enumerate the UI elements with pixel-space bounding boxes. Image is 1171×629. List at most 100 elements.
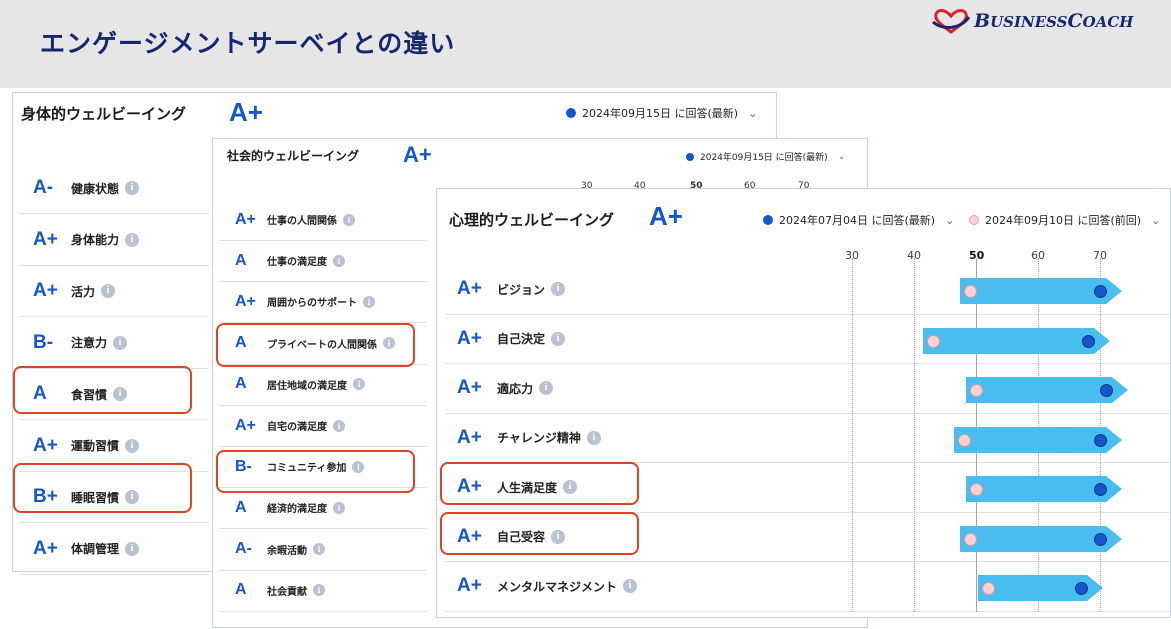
item-label: 注意力 — [71, 336, 108, 350]
response-date-selector[interactable]: 2024年09月15日 に回答(最新) ⌄ — [566, 105, 757, 121]
info-icon[interactable]: i — [551, 331, 566, 346]
latest-dot-icon — [686, 152, 694, 161]
info-icon[interactable]: i — [125, 232, 140, 247]
list-item[interactable]: A 経済的満足度 i — [219, 487, 427, 530]
info-icon[interactable]: i — [343, 213, 355, 226]
previous-point[interactable] — [970, 483, 983, 496]
info-icon[interactable]: i — [313, 543, 325, 556]
highlight-box — [216, 450, 415, 493]
item-grade: A+ — [457, 377, 482, 399]
list-item[interactable]: A+ 自宅の満足度 i — [219, 405, 427, 447]
range-bar-tip — [1106, 476, 1122, 502]
info-icon[interactable]: i — [125, 541, 140, 556]
item-grade: A — [235, 581, 247, 599]
info-icon[interactable]: i — [539, 381, 554, 396]
info-icon[interactable]: i — [363, 295, 375, 308]
info-icon[interactable]: i — [623, 579, 638, 594]
previous-point[interactable] — [963, 285, 977, 298]
item-grade: A+ — [33, 280, 58, 301]
item-grade: A — [235, 375, 247, 393]
info-icon[interactable]: i — [353, 378, 365, 391]
latest-dot-icon — [566, 108, 576, 118]
response-date-selector[interactable]: 2024年09月15日 に回答(最新) ⌄ — [686, 150, 845, 163]
item-grade: A+ — [457, 278, 482, 300]
card-title: 社会的ウェルビーイング — [227, 149, 360, 163]
latest-point[interactable] — [1081, 334, 1095, 348]
list-item[interactable]: A 仕事の満足度 i — [219, 240, 427, 283]
previous-point[interactable] — [970, 384, 983, 397]
list-item[interactable]: A 居住地域の満足度 i — [219, 364, 427, 406]
highlight-box — [440, 462, 639, 505]
card-title: 身体的ウェルビーイング — [21, 105, 187, 123]
logo-wordmark: BUSINESSCOACH — [974, 10, 1134, 32]
list-item[interactable]: A+ 仕事の人間関係 i — [219, 199, 427, 241]
item-grade: A+ — [235, 210, 256, 228]
info-icon[interactable]: i — [551, 282, 566, 297]
info-icon[interactable]: i — [125, 438, 140, 453]
info-icon[interactable]: i — [113, 335, 128, 350]
latest-response-selector[interactable]: 2024年07月04日 に回答(最新) ⌄ — [763, 212, 954, 228]
range-bar — [959, 278, 1122, 304]
latest-point[interactable] — [1094, 285, 1107, 298]
info-icon[interactable]: i — [333, 254, 345, 267]
info-icon[interactable]: i — [586, 430, 601, 445]
previous-point[interactable] — [957, 433, 971, 447]
list-item[interactable]: B- 注意力 i — [19, 318, 209, 369]
item-grade: A- — [33, 177, 54, 198]
range-bar — [922, 327, 1110, 354]
info-icon[interactable]: i — [333, 501, 345, 514]
range-bar-tip — [1105, 278, 1122, 304]
item-grade: A+ — [457, 327, 482, 349]
chevron-down-icon: ⌄ — [1151, 213, 1161, 227]
item-label: 体調管理 — [71, 542, 120, 556]
list-item[interactable]: A+ 周囲からのサポート i — [219, 281, 427, 324]
header-banner: エンゲージメントサーベイとの違い BUSINESSCOACH — [0, 0, 1171, 88]
latest-point[interactable] — [1094, 433, 1107, 447]
axis-gridline — [914, 258, 915, 612]
list-item[interactable]: A- 健康状態 i — [19, 163, 209, 214]
item-label: ビジョン — [497, 282, 546, 297]
previous-dot-icon — [969, 215, 979, 225]
item-grade: A+ — [33, 434, 58, 456]
item-grade: A- — [235, 540, 252, 558]
info-icon[interactable]: i — [333, 419, 345, 432]
previous-point[interactable] — [963, 532, 977, 546]
latest-dot-icon — [763, 215, 773, 225]
chevron-down-icon: ⌄ — [748, 106, 758, 120]
list-item[interactable]: A+ 活力 i — [19, 266, 209, 317]
latest-point[interactable] — [1094, 483, 1107, 496]
range-bar-tip — [1112, 377, 1129, 403]
list-item[interactable]: A 社会貢献 i — [219, 570, 427, 612]
item-grade: B- — [33, 331, 54, 353]
item-grade: A — [235, 498, 247, 516]
list-item[interactable]: A+ 体調管理 i — [19, 524, 209, 575]
item-label: 仕事の満足度 — [267, 257, 327, 269]
heart-swoosh-icon — [932, 9, 970, 34]
item-grade: A+ — [33, 537, 58, 559]
item-label: 活力 — [71, 284, 96, 299]
info-icon[interactable]: i — [101, 284, 116, 298]
range-bar-tip — [1087, 575, 1104, 601]
item-grade: A+ — [235, 416, 256, 434]
range-bar — [966, 476, 1122, 502]
item-grade: A+ — [33, 228, 58, 250]
item-label: 自宅の満足度 — [267, 422, 327, 433]
range-bar — [959, 525, 1122, 552]
item-grade: A+ — [235, 292, 256, 310]
overall-grade: A+ — [229, 97, 263, 127]
list-item[interactable]: A+ 身体能力 i — [19, 215, 209, 266]
item-label: メンタルマネジメント — [497, 579, 618, 594]
previous-response-selector[interactable]: 2024年09月10日 に回答(前回) ⌄ — [969, 212, 1160, 228]
axis-gridline — [852, 258, 853, 612]
info-icon[interactable]: i — [125, 181, 140, 195]
highlight-box — [13, 366, 192, 414]
item-label: 健康状態 — [71, 181, 120, 196]
item-label: 仕事の人間関係 — [267, 216, 337, 227]
info-icon[interactable]: i — [313, 584, 325, 597]
item-label: 運動習慣 — [71, 439, 120, 453]
item-grade: A+ — [457, 426, 482, 448]
list-item[interactable]: A- 余暇活動 i — [219, 529, 427, 571]
latest-point[interactable] — [1094, 532, 1107, 546]
card-title: 心理的ウェルビーイング — [449, 211, 615, 229]
previous-point[interactable] — [926, 334, 940, 348]
